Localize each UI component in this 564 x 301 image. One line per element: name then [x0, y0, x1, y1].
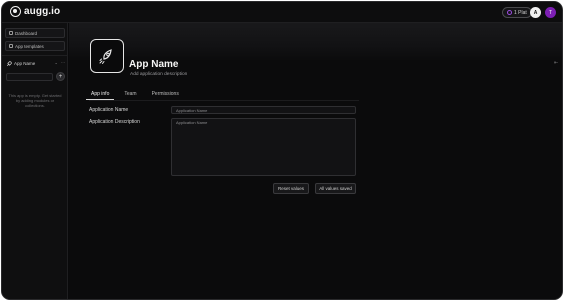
collapse-icon[interactable]: ⇤	[554, 60, 558, 66]
sidebar-search-input[interactable]	[6, 73, 53, 81]
credits-label: 1 Plat	[514, 9, 527, 16]
sidebar-app-actions[interactable]: ⌄ ⋯	[55, 60, 66, 65]
tab-divider	[89, 100, 359, 101]
sidebar-item-app-templates[interactable]: App templates	[5, 41, 65, 51]
application-description-field[interactable]: Application Name	[171, 118, 356, 176]
brand-name: augg.io	[24, 6, 61, 17]
sidebar-item-label: Dashboard	[15, 30, 38, 36]
sidebar-item-dashboard[interactable]: Dashboard	[5, 28, 65, 38]
app-window: augg.io 1 Plat A T Dashboard App templat…	[1, 1, 563, 300]
tab-app-info[interactable]: App info	[85, 91, 115, 100]
sidebar: Dashboard App templates App Name ⌄ ⋯ + T…	[2, 23, 68, 299]
sidebar-item-label: App templates	[15, 43, 44, 49]
application-name-label: Application Name	[89, 107, 129, 113]
sidebar-empty-text: This app is empty. Get started by adding…	[8, 93, 62, 108]
brand-logo[interactable]: augg.io	[10, 6, 60, 17]
save-status-button[interactable]: All values saved	[315, 183, 356, 194]
tab-team[interactable]: Team	[122, 91, 138, 100]
page-title: App Name	[129, 59, 179, 70]
template-icon	[9, 44, 13, 48]
add-item-button[interactable]: +	[56, 72, 65, 81]
main-content: App Name Add application description ⇤ A…	[69, 23, 562, 299]
logo-icon	[10, 6, 21, 17]
home-icon	[9, 31, 13, 35]
rocket-icon	[6, 60, 12, 66]
sidebar-divider	[2, 55, 68, 56]
coin-icon	[507, 10, 512, 15]
application-description-label: Application Description	[89, 119, 140, 125]
app-description[interactable]: Add application description	[130, 72, 187, 77]
rocket-icon	[99, 49, 112, 64]
sidebar-app-header[interactable]: App Name ⌄ ⋯	[6, 60, 66, 67]
tab-permissions[interactable]: Permissions	[150, 91, 181, 100]
reset-values-button[interactable]: Reset values	[273, 183, 309, 194]
app-image[interactable]	[90, 39, 124, 73]
tab-bar: App info Team Permissions	[85, 91, 181, 100]
application-name-field[interactable]: Application Name	[171, 106, 356, 114]
top-bar: augg.io 1 Plat A T	[2, 2, 562, 23]
sidebar-app-title: App Name	[14, 61, 36, 66]
user-avatar[interactable]: T	[545, 7, 556, 18]
organization-avatar[interactable]: A	[530, 7, 541, 18]
credits-badge[interactable]: 1 Plat	[502, 7, 532, 18]
